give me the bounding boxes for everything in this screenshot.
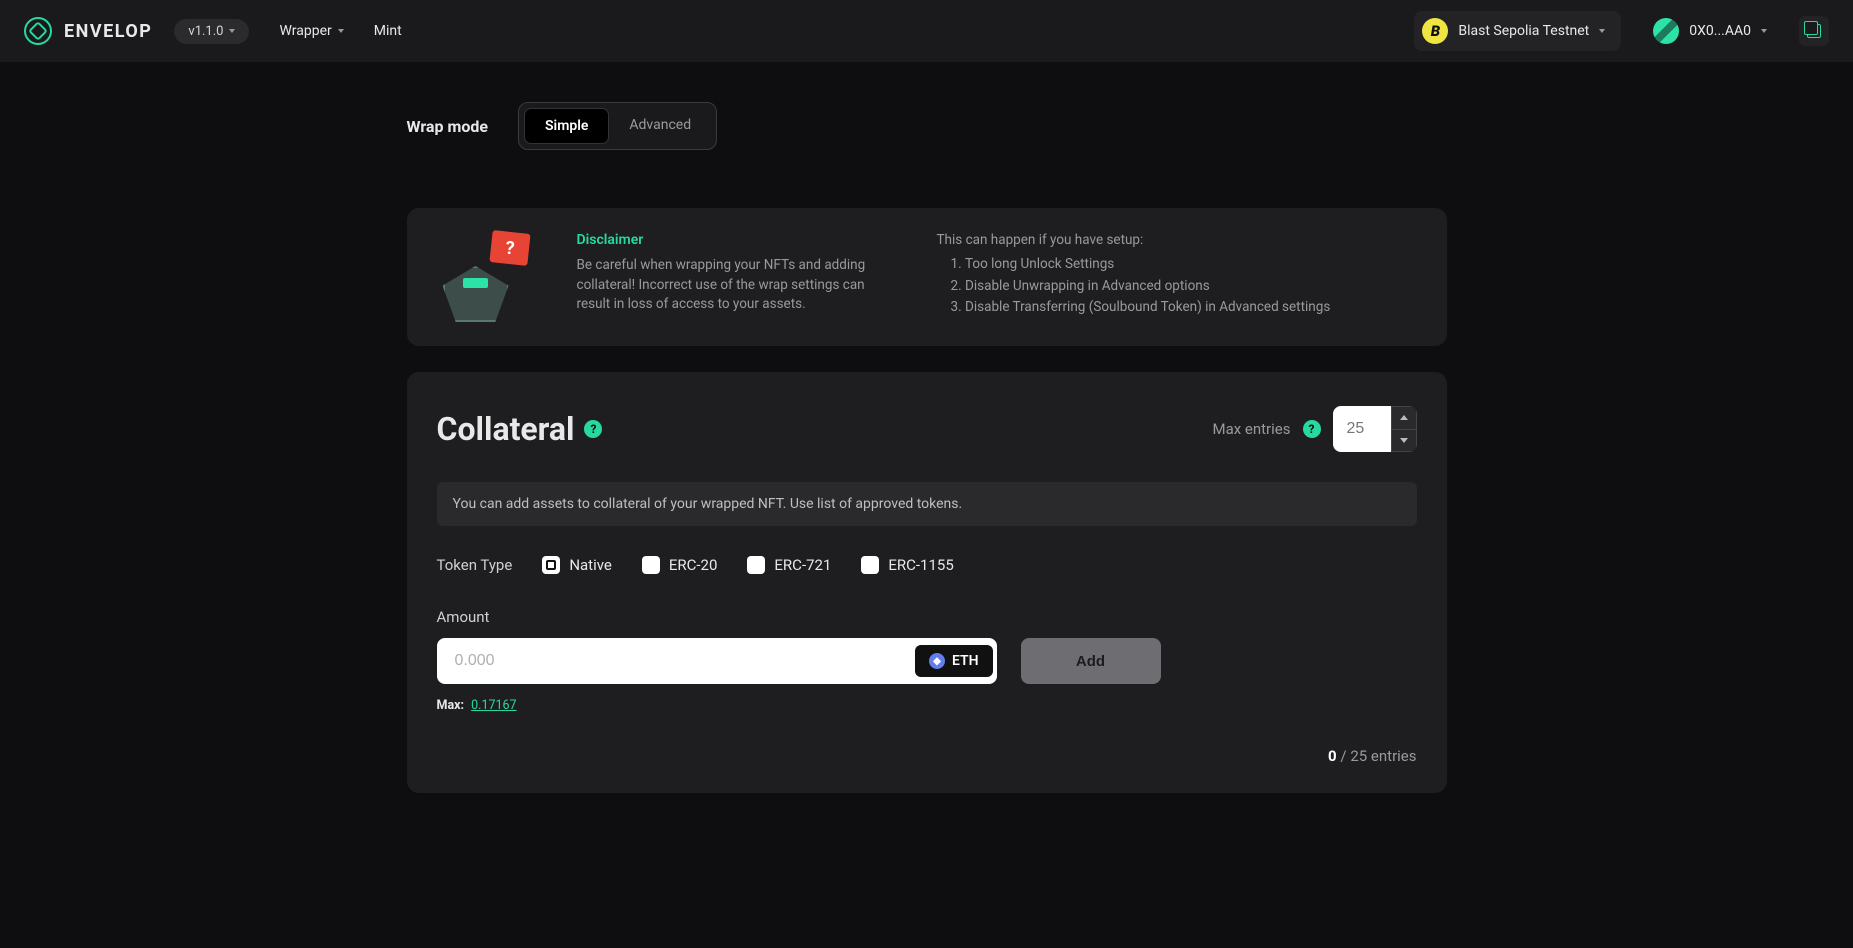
network-name: Blast Sepolia Testnet	[1458, 23, 1589, 39]
disclaimer-body: Be careful when wrapping your NFTs and a…	[577, 256, 897, 315]
wrap-mode-advanced[interactable]: Advanced	[609, 108, 711, 144]
max-value-link[interactable]: 0.17167	[471, 698, 516, 713]
stepper-down-button[interactable]	[1392, 430, 1416, 452]
wrap-mode-simple[interactable]: Simple	[524, 108, 609, 144]
max-entries-block: Max entries ?	[1213, 406, 1417, 452]
chevron-up-icon	[1400, 415, 1408, 420]
robot-icon	[443, 266, 509, 322]
token-type-erc1155-label: ERC-1155	[888, 556, 953, 574]
version-label: v1.1.0	[188, 24, 223, 39]
disclaimer-panel: ? Disclaimer Be careful when wrapping yo…	[407, 208, 1447, 346]
help-icon[interactable]: ?	[584, 420, 602, 438]
eth-icon: ◆	[929, 653, 945, 669]
disclaimer-condition: Too long Unlock Settings	[951, 254, 1417, 276]
wallet-selector[interactable]: 0X0...AA0	[1643, 12, 1777, 50]
radio-icon	[747, 556, 765, 574]
amount-label: Amount	[437, 608, 1417, 626]
disclaimer-condition: Disable Transferring (Soulbound Token) i…	[951, 297, 1417, 319]
token-type-erc1155[interactable]: ERC-1155	[861, 556, 953, 574]
entries-current: 0	[1328, 747, 1337, 765]
token-type-native[interactable]: Native	[542, 556, 612, 574]
chevron-down-icon	[229, 29, 235, 33]
network-icon: B	[1422, 18, 1448, 44]
chevron-down-icon	[1400, 438, 1408, 443]
entries-total: 25	[1350, 747, 1367, 765]
disclaimer-conditions-title: This can happen if you have setup:	[937, 232, 1417, 248]
token-type-native-label: Native	[569, 556, 612, 574]
entries-suffix: entries	[1371, 747, 1417, 765]
amount-input-wrap: ◆ ETH	[437, 638, 997, 684]
chevron-down-icon	[338, 29, 344, 33]
token-type-label: Token Type	[437, 556, 513, 574]
collateral-header: Collateral ? Max entries ?	[437, 406, 1417, 452]
token-type-erc20-label: ERC-20	[669, 556, 718, 574]
token-type-erc20[interactable]: ERC-20	[642, 556, 718, 574]
amount-block: Amount ◆ ETH Add Max: 0.17167	[437, 608, 1417, 713]
disclaimer-text-block: Disclaimer Be careful when wrapping your…	[577, 232, 897, 322]
network-selector[interactable]: B Blast Sepolia Testnet	[1414, 11, 1621, 51]
brand-name: ENVELOP	[64, 21, 152, 42]
collateral-title-block: Collateral ?	[437, 410, 603, 448]
max-label: Max:	[437, 698, 465, 713]
radio-icon	[642, 556, 660, 574]
stepper-up-button[interactable]	[1392, 407, 1416, 430]
version-selector[interactable]: v1.1.0	[174, 19, 249, 44]
disclaimer-condition: Disable Unwrapping in Advanced options	[951, 276, 1417, 298]
radio-icon	[861, 556, 879, 574]
wallet-address: 0X0...AA0	[1689, 23, 1751, 39]
token-type-row: Token Type Native ERC-20 ERC-721 ERC-115…	[437, 556, 1417, 574]
collateral-panel: Collateral ? Max entries ? You can add a…	[407, 372, 1447, 793]
token-type-erc721-label: ERC-721	[774, 556, 831, 574]
main-content: Wrap mode Simple Advanced ? Disclaimer B…	[407, 62, 1447, 833]
header: ENVELOP v1.1.0 Wrapper Mint B Blast Sepo…	[0, 0, 1853, 62]
collateral-info-strip: You can add assets to collateral of your…	[437, 482, 1417, 526]
brand-mark-icon	[18, 11, 58, 51]
entries-count: 0 / 25 entries	[437, 747, 1417, 765]
nav-mint[interactable]: Mint	[374, 23, 402, 39]
disclaimer-conditions-block: This can happen if you have setup: Too l…	[937, 232, 1417, 322]
max-entries-input[interactable]	[1333, 406, 1391, 452]
add-button[interactable]: Add	[1021, 638, 1161, 684]
wrap-mode-toggle: Simple Advanced	[518, 102, 717, 150]
amount-row: ◆ ETH Add	[437, 638, 1417, 684]
disclaimer-title: Disclaimer	[577, 232, 897, 248]
chevron-down-icon	[1599, 29, 1605, 33]
disclaimer-conditions-list: Too long Unlock Settings Disable Unwrapp…	[937, 254, 1417, 319]
help-icon[interactable]: ?	[1303, 420, 1321, 438]
flag-icon: ?	[489, 230, 530, 266]
currency-label: ETH	[952, 653, 979, 669]
main-nav: Wrapper Mint	[279, 23, 401, 39]
chevron-down-icon	[1761, 29, 1767, 33]
amount-input[interactable]	[441, 652, 915, 670]
disclaimer-illustration-icon: ?	[437, 232, 537, 322]
currency-chip[interactable]: ◆ ETH	[915, 645, 993, 677]
copy-icon	[1807, 24, 1821, 38]
radio-icon	[542, 556, 560, 574]
wallet-avatar-icon	[1653, 18, 1679, 44]
wrap-mode-row: Wrap mode Simple Advanced	[407, 102, 1447, 150]
nav-wrapper[interactable]: Wrapper	[279, 23, 343, 39]
collateral-title: Collateral	[437, 410, 575, 448]
max-line: Max: 0.17167	[437, 698, 1417, 713]
max-entries-steppers	[1391, 406, 1417, 452]
copy-address-button[interactable]	[1799, 16, 1829, 46]
max-entries-label: Max entries	[1213, 420, 1291, 438]
max-entries-input-wrap	[1333, 406, 1417, 452]
token-type-erc721[interactable]: ERC-721	[747, 556, 831, 574]
nav-wrapper-label: Wrapper	[279, 23, 331, 39]
wrap-mode-label: Wrap mode	[407, 117, 489, 136]
brand-logo[interactable]: ENVELOP	[24, 17, 152, 45]
nav-mint-label: Mint	[374, 23, 402, 39]
